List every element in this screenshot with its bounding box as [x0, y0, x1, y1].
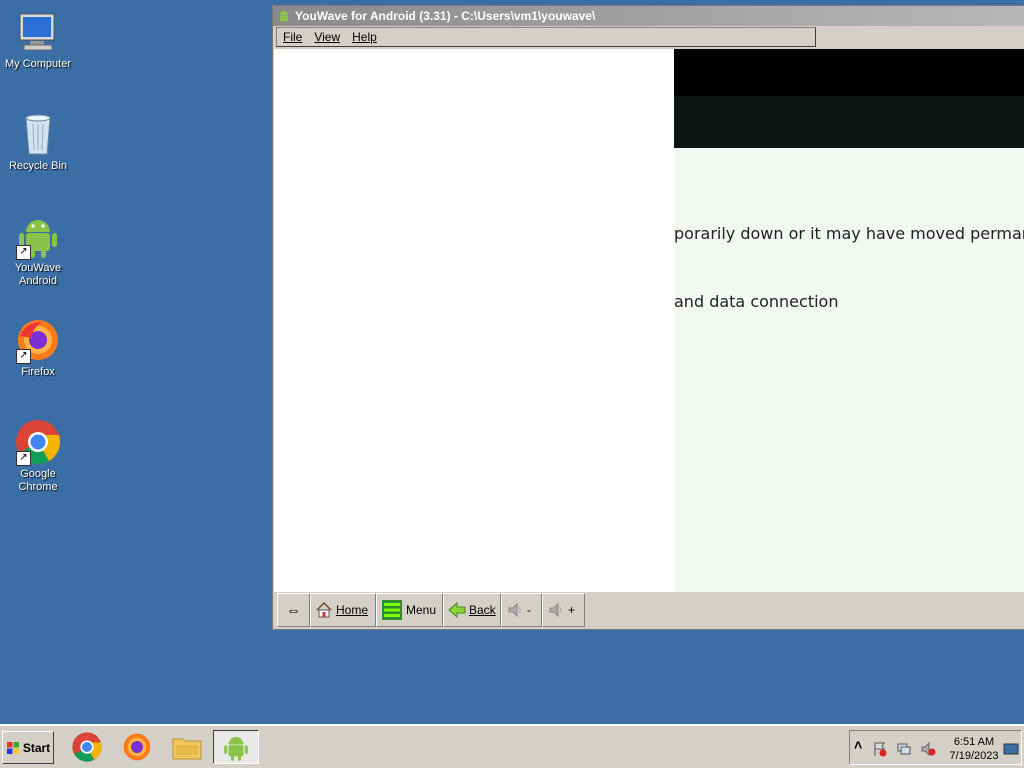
taskbar-chrome[interactable]: [65, 730, 109, 764]
firefox-icon: ↗: [14, 316, 62, 364]
taskbar-file-explorer[interactable]: [165, 730, 209, 764]
android-icon: ↗: [14, 212, 62, 260]
android-icon: [280, 11, 288, 22]
home-label: Home: [336, 603, 369, 617]
menu-lines-icon: [382, 600, 402, 620]
chrome-icon: ↗: [14, 418, 62, 466]
window-title: YouWave for Android (3.31) - C:\Users\vm…: [295, 9, 596, 23]
action-center-flag-icon[interactable]: [872, 741, 888, 757]
android-icon: [224, 737, 248, 761]
menu-help[interactable]: Help: [346, 30, 383, 44]
resize-arrows-icon: ⇔: [286, 601, 301, 619]
speaker-icon: [508, 602, 521, 618]
blank-panel: [274, 49, 674, 592]
taskbar: Start ˄ 6:51 AM 7/19/2023: [0, 724, 1024, 768]
home-button[interactable]: Home: [310, 593, 376, 627]
desktop-icon-label: Google Chrome: [18, 468, 58, 493]
back-label: Back: [469, 603, 496, 617]
speaker-icon: [549, 602, 562, 618]
app-header-bar: [674, 96, 1024, 148]
window-titlebar[interactable]: YouWave for Android (3.31) - C:\Users\vm…: [273, 6, 1024, 26]
desktop-icon-label: Recycle Bin: [8, 160, 68, 172]
show-desktop-icon[interactable]: [1003, 741, 1019, 757]
start-label: Start: [22, 740, 51, 755]
shortcut-arrow-icon: ↗: [16, 245, 31, 260]
menu-button[interactable]: Menu: [376, 593, 443, 627]
firefox-icon: [123, 733, 151, 761]
tray-expand-icon[interactable]: ˄: [854, 737, 870, 753]
windows-logo-icon: [6, 741, 19, 754]
desktop-icon-label: YouWave Android: [14, 262, 62, 287]
home-icon: [316, 601, 332, 618]
network-icon[interactable]: [896, 741, 912, 757]
error-message-line-1: porarily down or it may have moved perma…: [674, 224, 1024, 243]
android-screen[interactable]: porarily down or it may have moved perma…: [274, 49, 1024, 592]
taskbar-firefox[interactable]: [115, 730, 159, 764]
menu-view[interactable]: View: [308, 30, 346, 44]
back-button[interactable]: Back: [443, 593, 501, 627]
shortcut-arrow-icon: ↗: [16, 451, 31, 466]
taskbar-youwave[interactable]: [213, 730, 259, 764]
menu-label: Menu: [406, 603, 437, 617]
back-arrow-icon: [448, 601, 466, 619]
youwave-window: YouWave for Android (3.31) - C:\Users\vm…: [272, 5, 1024, 630]
android-toolbar: ⇔ Home Menu Back - +: [274, 592, 1024, 628]
desktop-icon-google-chrome[interactable]: ↗ Google Chrome: [0, 418, 76, 494]
error-message-line-2: and data connection: [674, 292, 839, 311]
desktop-icon-label: My Computer: [4, 58, 72, 70]
volume-muted-icon[interactable]: [920, 741, 936, 757]
computer-icon: [14, 8, 62, 56]
chrome-icon: [72, 732, 102, 762]
menu-bar: File View Help: [276, 27, 816, 47]
desktop-icon-firefox[interactable]: ↗ Firefox: [0, 316, 76, 379]
status-bar: [674, 49, 1024, 96]
desktop-icon-recycle-bin[interactable]: Recycle Bin: [0, 110, 76, 173]
volume-up-button[interactable]: +: [542, 593, 585, 627]
folder-icon: [172, 738, 202, 760]
desktop-icon-label: Firefox: [21, 366, 55, 378]
recycle-bin-icon: [14, 110, 62, 158]
shortcut-arrow-icon: ↗: [16, 349, 31, 364]
start-button[interactable]: Start: [2, 731, 54, 764]
menu-file[interactable]: File: [277, 30, 308, 44]
clock[interactable]: 6:51 AM 7/19/2023: [944, 735, 1004, 763]
volume-up-label: +: [568, 603, 576, 617]
clock-time: 6:51 AM: [953, 736, 995, 748]
resize-button[interactable]: ⇔: [277, 593, 310, 627]
desktop-icon-youwave[interactable]: ↗ YouWave Android: [0, 212, 76, 288]
volume-down-label: -: [527, 603, 531, 617]
system-tray: ˄ 6:51 AM 7/19/2023: [849, 730, 1022, 765]
desktop-icon-my-computer[interactable]: My Computer: [0, 8, 76, 71]
clock-date: 7/19/2023: [949, 750, 999, 762]
volume-down-button[interactable]: -: [501, 593, 542, 627]
